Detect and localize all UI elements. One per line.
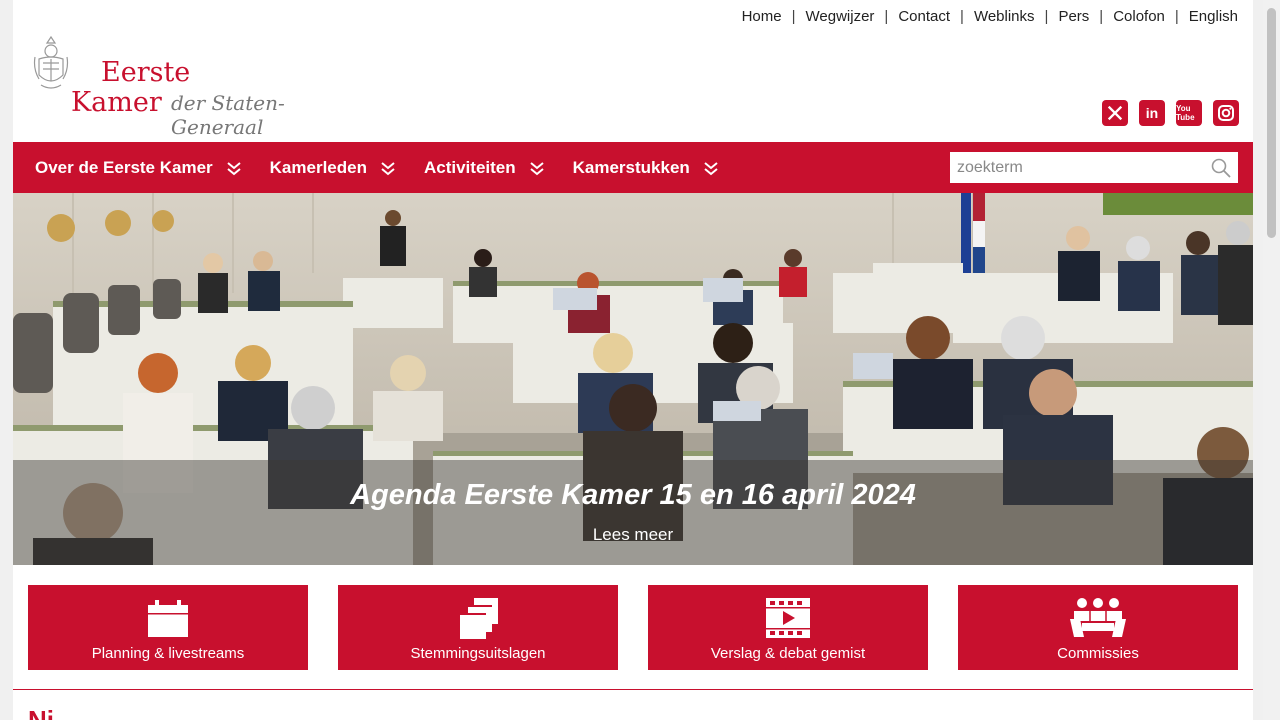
hero-caption-overlay <box>13 460 1253 565</box>
youtube-icon-text: You Tube <box>1176 104 1195 122</box>
tile-stemmingsuitslagen[interactable]: Stemmingsuitslagen <box>338 585 618 670</box>
chevron-down-icon <box>227 161 241 175</box>
search-box <box>950 152 1238 183</box>
tile-commissies[interactable]: Commissies <box>958 585 1238 670</box>
top-links: Home | Wegwijzer | Contact | Weblinks | Pers… <box>741 8 1238 25</box>
search-icon[interactable] <box>1210 157 1232 179</box>
logo-subtitle: der Staten-Generaal <box>171 91 285 139</box>
page: Home | Wegwijzer | Contact | Weblinks | Pers… <box>13 0 1253 720</box>
instagram-icon[interactable] <box>1213 100 1239 126</box>
hero-banner[interactable]: Agenda Eerste Kamer 15 en 16 april 2024 … <box>13 193 1253 565</box>
quick-links: Planning & livestreams Stemmingsuitslage… <box>28 585 1238 670</box>
site-logo[interactable]: Eerste Kamer der Staten-Generaal <box>33 35 363 139</box>
tile-label: Verslag & debat gemist <box>710 645 866 662</box>
tile-verslag-debat-gemist[interactable]: Verslag & debat gemist <box>648 585 928 670</box>
toplink-pers[interactable]: Pers <box>1058 8 1089 25</box>
documents-icon <box>458 598 498 639</box>
nav-item-label: Kamerstukken <box>572 157 690 177</box>
video-icon <box>766 598 810 638</box>
social-links: in You Tube <box>1102 100 1239 126</box>
toplink-english[interactable]: English <box>1189 8 1238 25</box>
tile-label: Commissies <box>1057 645 1139 662</box>
nav-item-kamerleden[interactable]: Kamerleden <box>270 158 397 178</box>
news-heading: Ni <box>28 705 54 720</box>
search-input[interactable] <box>950 153 1200 182</box>
hero-title[interactable]: Agenda Eerste Kamer 15 en 16 april 2024 <box>13 479 1253 512</box>
nav-item-kamerstukken[interactable]: Kamerstukken <box>573 158 720 178</box>
logo-word-kamer: Kamer <box>71 87 162 118</box>
chevron-down-icon <box>704 161 718 175</box>
section-divider <box>13 689 1253 690</box>
nav-item-over-de-eerste-kamer[interactable]: Over de Eerste Kamer <box>35 158 243 178</box>
tile-label: Stemmingsuitslagen <box>410 645 546 662</box>
logo-word-eerste: Eerste <box>101 57 191 88</box>
hero-read-more-link[interactable]: Lees meer <box>13 525 1253 545</box>
coat-of-arms-icon <box>33 35 69 89</box>
page-scrollbar[interactable] <box>1263 0 1280 720</box>
calendar-icon <box>148 600 188 637</box>
nav-item-label: Kamerleden <box>269 157 367 177</box>
main-nav: Over de Eerste Kamer Kamerleden Activite… <box>13 142 1253 193</box>
youtube-icon[interactable]: You Tube <box>1176 100 1202 126</box>
nav-item-activiteiten[interactable]: Activiteiten <box>424 158 546 178</box>
nav-item-label: Over de Eerste Kamer <box>35 157 213 177</box>
toplink-colofon[interactable]: Colofon <box>1113 8 1165 25</box>
nav-item-label: Activiteiten <box>423 157 516 177</box>
tile-label: Planning & livestreams <box>91 645 245 662</box>
x-icon[interactable] <box>1102 100 1128 126</box>
toplink-home[interactable]: Home <box>742 8 782 25</box>
toplink-wegwijzer[interactable]: Wegwijzer <box>806 8 875 25</box>
toplink-weblinks[interactable]: Weblinks <box>974 8 1035 25</box>
toplink-contact[interactable]: Contact <box>898 8 950 25</box>
scrollbar-thumb[interactable] <box>1267 8 1276 238</box>
tile-planning-livestreams[interactable]: Planning & livestreams <box>28 585 308 670</box>
chevron-down-icon <box>529 161 544 175</box>
chevron-down-icon <box>381 161 395 175</box>
linkedin-icon[interactable]: in <box>1139 100 1165 126</box>
people-icon <box>1070 598 1126 637</box>
